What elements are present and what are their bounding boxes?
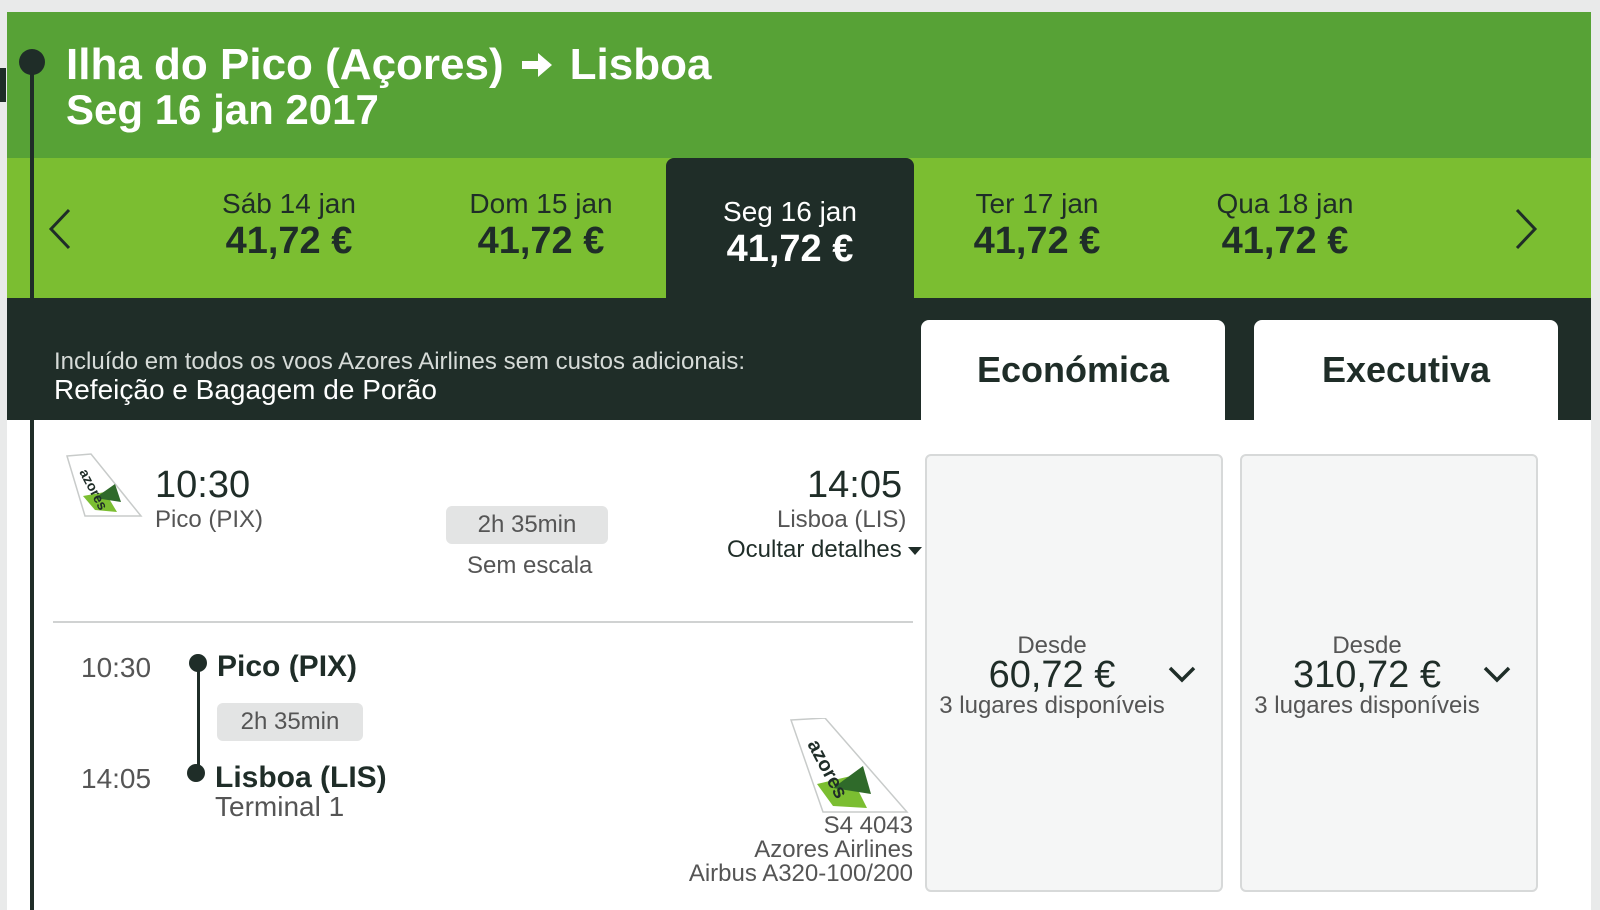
fare-card-economy[interactable]: Desde 60,72 € 3 lugares disponíveis: [925, 454, 1223, 892]
destination-label: Lisboa: [569, 40, 712, 89]
detail-arrival-terminal: Terminal 1: [215, 791, 345, 822]
fare-card-executive[interactable]: Desde 310,72 € 3 lugares disponíveis: [1240, 454, 1538, 892]
date-option-qua-18[interactable]: Qua 18 jan 41,72 €: [1161, 158, 1409, 298]
detail-departure-airport: Pico (PIX): [217, 650, 358, 683]
route-title: Ilha do Pico (Açores) Lisboa: [66, 40, 711, 90]
date-option-dom-15[interactable]: Dom 15 jan 41,72 €: [417, 158, 665, 298]
date-option-label: Ter 17 jan: [975, 188, 1099, 219]
included-text: Incluído em todos os voos Azores Airline…: [54, 348, 746, 375]
route-timeline-dot: [19, 49, 45, 75]
date-option-price: 41,72 €: [1221, 220, 1349, 262]
tab-executive[interactable]: Executiva: [1254, 320, 1558, 420]
selected-date: Seg 16 jan 2017: [66, 86, 379, 133]
timeline-dot-arrival: [187, 764, 205, 782]
date-option-label: Dom 15 jan: [469, 188, 613, 219]
included-items: Refeição e Bagagem de Porão: [54, 374, 437, 405]
date-option-label: Qua 18 jan: [1216, 188, 1354, 219]
date-option-price: 41,72 €: [225, 220, 353, 262]
aircraft-type: Airbus A320-100/200: [688, 860, 913, 887]
detail-arrival-time: 14:05: [81, 763, 152, 794]
page-edge-marker: [0, 68, 6, 102]
chevron-left-icon[interactable]: [45, 206, 73, 252]
date-selector: Sáb 14 jan 41,72 € Dom 15 jan 41,72 € Se…: [7, 158, 1591, 298]
duration-badge: 2h 35min: [446, 506, 608, 544]
date-option-label: Seg 16 jan: [723, 196, 857, 227]
detail-duration-badge: 2h 35min: [217, 703, 363, 741]
stops-label: Sem escala: [467, 552, 593, 579]
fare-price: 60,72 €: [988, 654, 1116, 696]
tab-economy[interactable]: Económica: [921, 320, 1225, 420]
azores-airlines-logo: azores: [66, 453, 143, 517]
booking-page: Ilha do Pico (Açores) Lisboa Seg 16 jan …: [7, 12, 1591, 910]
arrival-time: 14:05: [807, 464, 903, 506]
date-option-sab-14[interactable]: Sáb 14 jan 41,72 €: [165, 158, 413, 298]
date-option-price: 41,72 €: [477, 220, 605, 262]
departure-airport: Pico (PIX): [155, 506, 264, 533]
azores-airlines-tail-logo: azores: [789, 718, 909, 813]
fare-price: 310,72 €: [1293, 654, 1441, 696]
chevron-right-icon[interactable]: [1513, 206, 1541, 252]
date-option-ter-17[interactable]: Ter 17 jan 41,72 €: [913, 158, 1161, 298]
departure-time: 10:30: [155, 464, 251, 506]
fare-seats: 3 lugares disponíveis: [1254, 692, 1480, 719]
detail-departure-time: 10:30: [81, 652, 152, 683]
date-option-label: Sáb 14 jan: [222, 188, 356, 219]
date-option-price: 41,72 €: [973, 220, 1101, 262]
hide-details-label: Ocultar detalhes: [727, 536, 902, 563]
fare-seats: 3 lugares disponíveis: [939, 692, 1165, 719]
date-option-seg-16-selected[interactable]: Seg 16 jan 41,72 €: [666, 158, 914, 298]
chevron-down-icon[interactable]: [1482, 664, 1512, 684]
origin-label: Ilha do Pico (Açores): [66, 40, 504, 89]
included-info-bar: Incluído em todos os voos Azores Airline…: [7, 298, 1591, 420]
hide-details-toggle[interactable]: Ocultar detalhes: [727, 536, 922, 564]
chevron-down-icon[interactable]: [1167, 664, 1197, 684]
detail-arrival-airport: Lisboa (LIS): [215, 761, 387, 794]
arrival-airport: Lisboa (LIS): [777, 506, 907, 533]
date-option-price: 41,72 €: [726, 228, 854, 270]
caret-down-icon: [907, 546, 922, 555]
arrow-right-icon: [521, 53, 552, 77]
route-header: Ilha do Pico (Açores) Lisboa Seg 16 jan …: [7, 12, 1591, 158]
route-timeline-line: [30, 62, 34, 910]
timeline-line: [197, 668, 200, 774]
section-divider: [53, 621, 913, 623]
